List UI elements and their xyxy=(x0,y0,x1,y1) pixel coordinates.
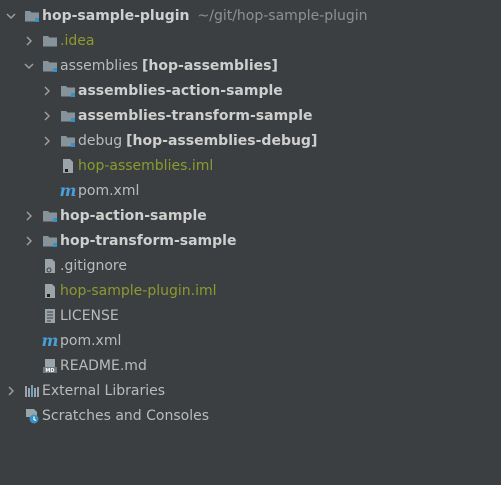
tree-row-scratches[interactable]: Scratches and Consoles xyxy=(0,403,501,428)
idea-folder-name: idea xyxy=(64,32,95,49)
assemblies-pom-label: pom.xml xyxy=(78,182,140,199)
folder-icon xyxy=(42,33,58,49)
text-file-icon xyxy=(42,308,58,324)
root-name: hop-sample-plugin xyxy=(42,7,190,24)
tree-row-external-libraries[interactable]: External Libraries xyxy=(0,378,501,403)
tree-row-pom[interactable]: m pom.xml xyxy=(0,328,501,353)
action-sample-label: hop-action-sample xyxy=(60,207,207,224)
chevron-right-icon[interactable] xyxy=(42,111,52,121)
library-icon xyxy=(24,383,40,399)
tree-row-license[interactable]: LICENSE xyxy=(0,303,501,328)
gitignore-label: .gitignore xyxy=(60,257,127,274)
tree-row-assemblies-action-sample[interactable]: assemblies-action-sample xyxy=(0,78,501,103)
root-path: ~/git/hop-sample-plugin xyxy=(197,7,368,24)
module-folder-icon xyxy=(42,233,58,249)
maven-m-icon: m xyxy=(41,330,59,350)
tree-row-gitignore[interactable]: .gitignore xyxy=(0,253,501,278)
maven-m-icon: m xyxy=(59,180,77,200)
module-folder-icon xyxy=(60,133,76,149)
gitignore-file-icon xyxy=(42,258,58,274)
assemblies-action-sample-label: assemblies-action-sample xyxy=(78,82,283,99)
markdown-file-icon: MD xyxy=(42,358,58,374)
assemblies-transform-sample-label: assemblies-transform-sample xyxy=(78,107,313,124)
assemblies-iml-label: hop-assemblies.iml xyxy=(78,157,214,174)
readme-label: README.md xyxy=(60,357,147,374)
project-tree: hop-sample-plugin ~/git/hop-sample-plugi… xyxy=(0,0,501,485)
tree-row-readme[interactable]: MD README.md xyxy=(0,353,501,378)
tree-row-idea[interactable]: .idea xyxy=(0,28,501,53)
module-folder-icon xyxy=(60,108,76,124)
chevron-right-icon[interactable] xyxy=(24,211,34,221)
plugin-iml-label: hop-sample-plugin.iml xyxy=(60,282,217,299)
file-icon xyxy=(60,158,76,174)
tree-row-assemblies[interactable]: assemblies [hop-assemblies] xyxy=(0,53,501,78)
tree-row-action-sample[interactable]: hop-action-sample xyxy=(0,203,501,228)
module-folder-icon xyxy=(60,83,76,99)
module-folder-icon xyxy=(42,208,58,224)
scratches-label: Scratches and Consoles xyxy=(42,407,209,424)
tree-row-debug[interactable]: debug [hop-assemblies-debug] xyxy=(0,128,501,153)
chevron-down-icon[interactable] xyxy=(24,61,34,71)
tree-row-assemblies-transform-sample[interactable]: assemblies-transform-sample xyxy=(0,103,501,128)
chevron-down-icon[interactable] xyxy=(6,11,16,21)
idea-folder-label: .idea xyxy=(60,32,95,49)
debug-name: debug xyxy=(78,132,123,149)
external-libraries-label: External Libraries xyxy=(42,382,165,399)
chevron-right-icon[interactable] xyxy=(42,136,52,146)
tree-row-plugin-iml[interactable]: hop-sample-plugin.iml xyxy=(0,278,501,303)
scratches-icon xyxy=(24,408,40,424)
module-folder-icon xyxy=(42,58,58,74)
debug-module: [hop-assemblies-debug] xyxy=(126,132,318,149)
assemblies-module: [hop-assemblies] xyxy=(142,57,278,74)
tree-row-root[interactable]: hop-sample-plugin ~/git/hop-sample-plugi… xyxy=(0,3,501,28)
module-folder-icon xyxy=(24,8,40,24)
chevron-right-icon[interactable] xyxy=(24,36,34,46)
chevron-right-icon[interactable] xyxy=(6,386,16,396)
tree-row-assemblies-pom[interactable]: m pom.xml xyxy=(0,178,501,203)
svg-text:MD: MD xyxy=(45,368,54,374)
transform-sample-label: hop-transform-sample xyxy=(60,232,237,249)
tree-row-transform-sample[interactable]: hop-transform-sample xyxy=(0,228,501,253)
pom-label: pom.xml xyxy=(60,332,122,349)
tree-row-assemblies-iml[interactable]: hop-assemblies.iml xyxy=(0,153,501,178)
assemblies-name: assemblies xyxy=(60,57,138,74)
file-icon xyxy=(42,283,58,299)
license-label: LICENSE xyxy=(60,307,119,324)
chevron-right-icon[interactable] xyxy=(24,236,34,246)
chevron-right-icon[interactable] xyxy=(42,86,52,96)
